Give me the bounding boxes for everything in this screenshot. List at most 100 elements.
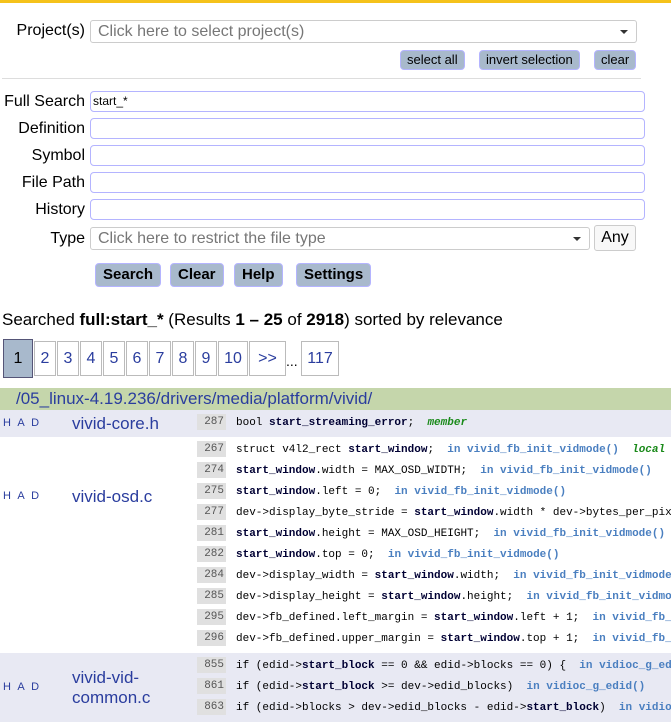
line-number[interactable]: 274 [197, 462, 226, 479]
file-path-input[interactable] [90, 172, 645, 193]
line-number[interactable]: 284 [197, 567, 226, 584]
code-line[interactable]: 284 dev->display_width = start_window.wid… [197, 566, 671, 587]
definition-input[interactable] [90, 118, 645, 139]
code-line[interactable]: 863 if (edid->blocks > dev->edid_blocks -… [197, 698, 671, 719]
match-highlight: start_window [434, 612, 514, 624]
file-link[interactable]: vivid-vid-common.c [72, 668, 162, 708]
code-text: .width; [453, 570, 514, 582]
page-link[interactable]: 2 [34, 341, 56, 376]
code-line[interactable]: 861 if (edid->start_block >= dev->edid_bl… [197, 677, 671, 698]
type-select[interactable]: Click here to restrict the file type [90, 227, 590, 250]
project-select[interactable]: Click here to select project(s) [90, 20, 637, 43]
match-highlight: start_window [381, 591, 461, 603]
full-search-label: Full Search [4, 93, 85, 110]
page-link[interactable]: 9 [195, 341, 217, 376]
code-text: >= dev->edid_blocks) [374, 681, 527, 693]
code-line[interactable]: 275 start_window.left = 0; in vivid_fb_in… [197, 482, 671, 503]
code-line[interactable]: 287 bool start_streaming_error; member [197, 413, 671, 434]
symbol-label: Symbol [31, 147, 85, 164]
history-annotate-download-links[interactable]: H A D [3, 490, 41, 502]
page-link[interactable]: 8 [172, 341, 194, 376]
code-text: .top = 0; [315, 549, 388, 561]
line-number[interactable]: 277 [197, 504, 226, 521]
help-button[interactable]: Help [234, 263, 283, 287]
any-type-button[interactable]: Any [594, 225, 636, 251]
code-line[interactable]: 855 if (edid->start_block == 0 && edid->b… [197, 656, 671, 677]
page-link[interactable]: 6 [126, 341, 148, 376]
line-number[interactable]: 267 [197, 441, 226, 458]
match-highlight: start_window [414, 507, 494, 519]
code-text: .height; [460, 591, 527, 603]
history-annotate-download-links[interactable]: H A D [3, 681, 41, 693]
code-text: dev->display_height = [236, 591, 382, 603]
code-text: struct v4l2_rect [236, 444, 349, 456]
scope-function: in vivid_fb_init_vidmode() [526, 591, 671, 603]
symbol-input[interactable] [90, 145, 645, 166]
code-text: dev->display_byte_stride = [236, 507, 415, 519]
match-highlight: start_window [236, 549, 316, 561]
code-text: ; [427, 444, 448, 456]
file-link[interactable]: vivid-osd.c [72, 487, 152, 507]
scope-function: in vivid_fb_init_vidmode() [592, 633, 671, 645]
line-number[interactable]: 287 [197, 414, 226, 431]
page-link[interactable]: 4 [80, 341, 102, 376]
history-annotate-download-links[interactable]: H A D [3, 417, 41, 429]
clear-button[interactable]: Clear [170, 263, 224, 287]
search-button[interactable]: Search [95, 263, 162, 287]
divider [2, 78, 641, 79]
page-next[interactable]: >> [249, 341, 286, 376]
code-line[interactable]: 285 dev->display_height = start_window.he… [197, 587, 671, 608]
invert-selection-button[interactable]: invert selection [479, 50, 580, 70]
code-text: bool [236, 417, 270, 429]
summary-text: ) sorted by relevance [344, 310, 503, 329]
result-group: H A D vivid-core.h 287 bool start_streaming… [0, 410, 671, 437]
match-highlight: start_window [440, 633, 520, 645]
line-number[interactable]: 296 [197, 630, 226, 647]
code-line[interactable]: 281 start_window.height = MAX_OSD_HEIGHT;… [197, 524, 671, 545]
line-number[interactable]: 285 [197, 588, 226, 605]
line-number[interactable]: 282 [197, 546, 226, 563]
clear-projects-button[interactable]: clear [594, 50, 637, 70]
select-all-button[interactable]: select all [400, 50, 465, 70]
line-number[interactable]: 295 [197, 609, 226, 626]
code-text: if (edid->blocks > dev->edid_blocks - ed… [236, 702, 527, 714]
type-label: Type [50, 230, 85, 247]
page-link[interactable]: 3 [57, 341, 79, 376]
line-number[interactable]: 281 [197, 525, 226, 542]
match-highlight: start_window [348, 444, 428, 456]
code-line[interactable]: 277 dev->display_byte_stride = start_wind… [197, 503, 671, 524]
page-last[interactable]: 117 [301, 341, 339, 376]
match-highlight: start_window [374, 570, 454, 582]
code-line[interactable]: 295 dev->fb_defined.left_margin = start_w… [197, 608, 671, 629]
history-input[interactable] [90, 199, 645, 220]
history-label: History [35, 201, 85, 218]
page-link[interactable]: 5 [103, 341, 125, 376]
line-number[interactable]: 861 [197, 678, 226, 695]
code-text: ) [599, 702, 619, 714]
result-group: H A D vivid-osd.c 267 struct v4l2_rect star… [0, 437, 671, 653]
file-link[interactable]: vivid-core.h [72, 414, 159, 434]
project-placeholder: Click here to select project(s) [98, 23, 305, 40]
scope-function: in vidioc_g_edid() [526, 681, 646, 693]
full-search-input[interactable]: start_* [90, 91, 645, 112]
scope-function: in vivid_fb_init_vidmode() [387, 549, 560, 561]
chevron-down-icon [620, 30, 628, 34]
directory-link[interactable]: /05_linux-4.19.236/drivers/media/platfor… [0, 388, 671, 410]
line-number[interactable]: 855 [197, 657, 226, 674]
settings-button[interactable]: Settings [296, 263, 372, 287]
result-group: H A D vivid-vid-common.c 855 if (edid->star… [0, 653, 671, 722]
code-line[interactable]: 282 start_window.top = 0; in vivid_fb_ini… [197, 545, 671, 566]
page-current[interactable]: 1 [3, 339, 33, 378]
scope-function: in vivid_fb_init_vidmode() [394, 486, 567, 498]
line-number[interactable]: 275 [197, 483, 226, 500]
line-number[interactable]: 863 [197, 699, 226, 716]
code-line[interactable]: 267 struct v4l2_rect start_window; in viv… [197, 440, 671, 461]
code-line[interactable]: 274 start_window.width = MAX_OSD_WIDTH; i… [197, 461, 671, 482]
scope-function: in vivid_fb_init_vidmode() [480, 465, 652, 477]
code-text: .left = 0; [315, 486, 395, 498]
page-link[interactable]: 7 [149, 341, 171, 376]
code-text: .width = MAX_OSD_WIDTH; [315, 465, 481, 477]
code-line[interactable]: 296 dev->fb_defined.upper_margin = start_… [197, 629, 671, 650]
page-link[interactable]: 10 [218, 341, 248, 376]
